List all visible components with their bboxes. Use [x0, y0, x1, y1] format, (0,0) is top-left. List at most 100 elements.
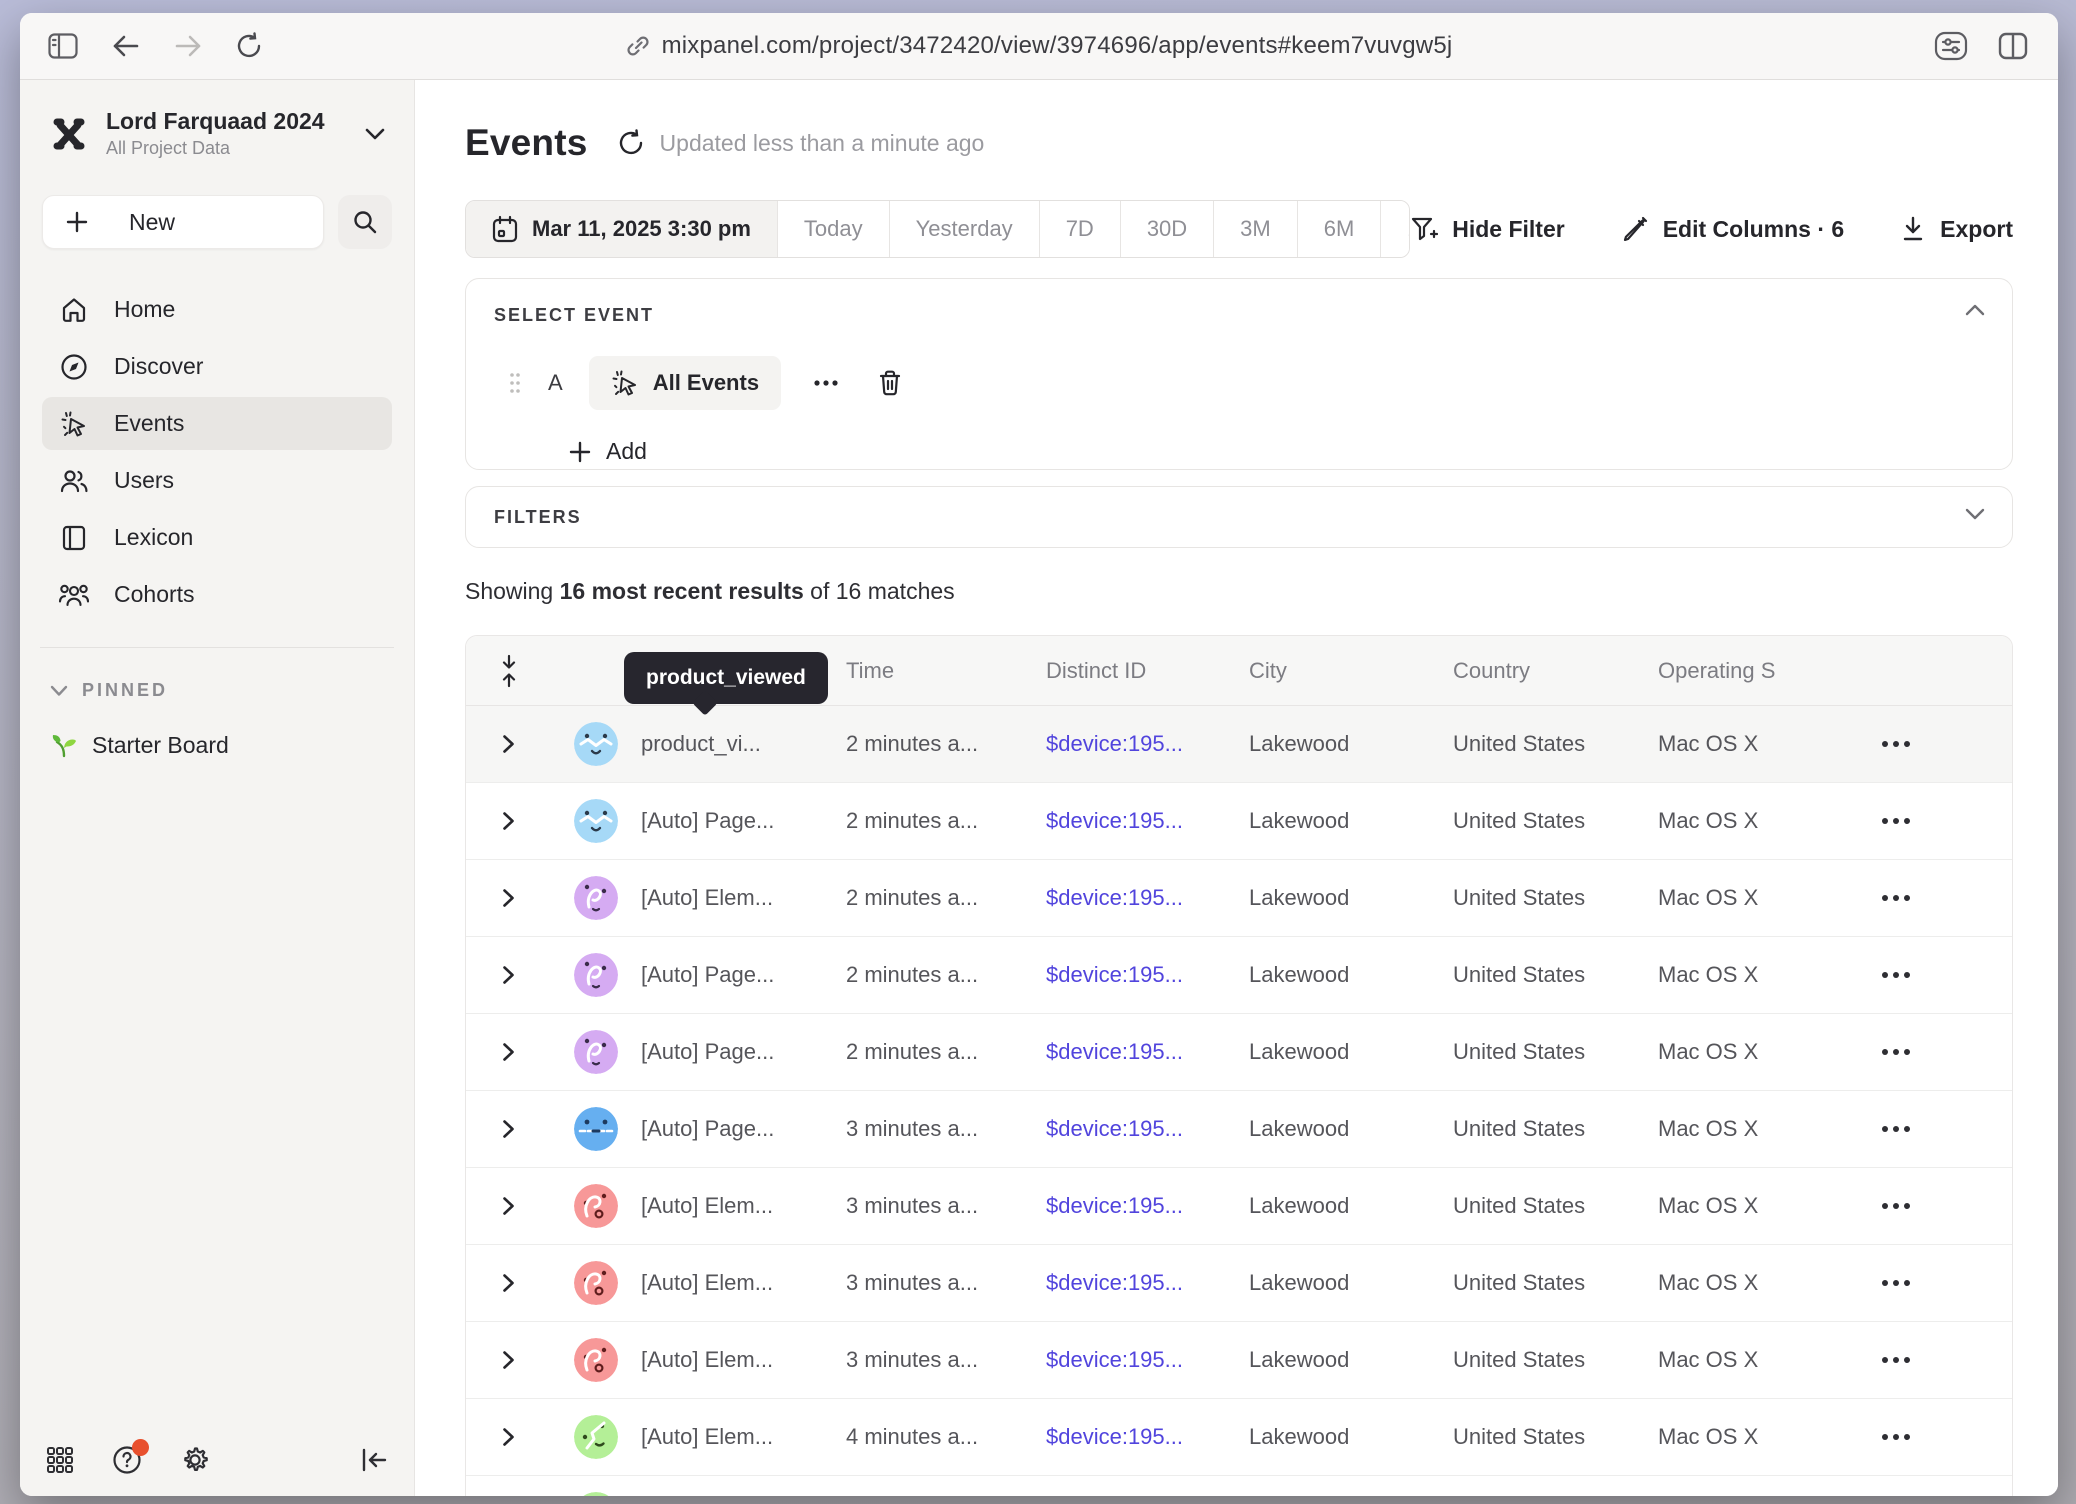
table-row[interactable]: [Auto] Page... 2 minutes a... $device:19…: [466, 783, 2012, 860]
expand-row-icon[interactable]: [502, 888, 515, 908]
expand-row-icon[interactable]: [502, 734, 515, 754]
row-menu-icon[interactable]: [1882, 1049, 1910, 1055]
refresh-icon[interactable]: [618, 129, 644, 157]
row-menu-icon[interactable]: [1882, 972, 1910, 978]
table-row[interactable]: [Auto] Elem... 3 minutes a... $device:19…: [466, 1322, 2012, 1399]
distinct-id-link[interactable]: $device:195...: [1046, 1193, 1249, 1219]
search-button[interactable]: [338, 195, 392, 249]
event-name-cell[interactable]: [Auto] Page...: [641, 808, 846, 834]
sidebar-item-discover[interactable]: Discover: [42, 340, 392, 393]
time-cell: 2 minutes a...: [846, 1039, 1046, 1065]
address-bar[interactable]: mixpanel.com/project/3472420/view/397469…: [340, 32, 1738, 60]
edit-columns-button[interactable]: Edit Columns · 6: [1621, 215, 1844, 243]
collapse-all-rows-icon[interactable]: [500, 654, 518, 688]
event-name-cell[interactable]: [Auto] Page...: [641, 962, 846, 988]
expand-row-icon[interactable]: [502, 1427, 515, 1447]
expand-row-icon[interactable]: [502, 965, 515, 985]
distinct-id-link[interactable]: $device:195...: [1046, 1116, 1249, 1142]
table-row[interactable]: [Auto] Elem... 3 minutes a... $device:19…: [466, 1168, 2012, 1245]
hide-filter-button[interactable]: Hide Filter: [1410, 215, 1564, 243]
row-menu-icon[interactable]: [1882, 1203, 1910, 1209]
table-row[interactable]: [Auto] Elem... 3 minutes a... $device:19…: [466, 1245, 2012, 1322]
row-menu-icon[interactable]: [1882, 1126, 1910, 1132]
pinned-item-starter-board[interactable]: Starter Board: [42, 731, 392, 759]
distinct-id-link[interactable]: $device:195...: [1046, 1270, 1249, 1296]
sidebar-toggle-icon[interactable]: [48, 33, 78, 59]
range-3m-button[interactable]: 3M: [1214, 201, 1298, 257]
sidebar-item-home[interactable]: Home: [42, 283, 392, 336]
event-name-cell[interactable]: [Auto] Elem...: [641, 1270, 846, 1296]
expand-row-icon[interactable]: [502, 1042, 515, 1062]
row-menu-icon[interactable]: [1882, 818, 1910, 824]
sidebar-item-lexicon[interactable]: Lexicon: [42, 511, 392, 564]
back-icon[interactable]: [112, 34, 140, 58]
date-picker-button[interactable]: Mar 11, 2025 3:30 pm: [466, 201, 778, 257]
expand-row-icon[interactable]: [502, 1119, 515, 1139]
column-header-city[interactable]: City: [1249, 658, 1453, 684]
reload-icon[interactable]: [236, 32, 262, 60]
pinned-section-toggle[interactable]: PINNED: [50, 680, 392, 701]
expand-panel-icon[interactable]: [1964, 507, 1986, 521]
table-row[interactable]: [Auto] Elem... 4 minutes a... $device:19…: [466, 1399, 2012, 1476]
distinct-id-link[interactable]: $device:195...: [1046, 808, 1249, 834]
settings-gear-icon[interactable]: [180, 1445, 210, 1475]
collapse-panel-icon[interactable]: [1964, 303, 1986, 317]
table-row[interactable]: [466, 1476, 2012, 1496]
event-more-icon[interactable]: [807, 379, 845, 387]
event-name-cell[interactable]: [Auto] Page...: [641, 1039, 846, 1065]
delete-event-icon[interactable]: [877, 369, 903, 397]
column-header-time[interactable]: Time: [846, 658, 1046, 684]
distinct-id-link[interactable]: $device:195...: [1046, 962, 1249, 988]
distinct-id-link[interactable]: $device:195...: [1046, 1347, 1249, 1373]
table-row[interactable]: [Auto] Page... 3 minutes a... $device:19…: [466, 1091, 2012, 1168]
sidebar-item-users[interactable]: Users: [42, 454, 392, 507]
time-cell: 2 minutes a...: [846, 731, 1046, 757]
range-30d-button[interactable]: 30D: [1121, 201, 1214, 257]
range-yesterday-button[interactable]: Yesterday: [890, 201, 1040, 257]
event-name-cell[interactable]: [Auto] Page...: [641, 1116, 846, 1142]
event-selector-button[interactable]: All Events: [589, 356, 781, 410]
range-6m-button[interactable]: 6M: [1298, 201, 1382, 257]
row-menu-icon[interactable]: [1882, 895, 1910, 901]
range-12m-button[interactable]: 12M: [1381, 201, 1410, 257]
event-name-cell[interactable]: [Auto] Elem...: [641, 1424, 846, 1450]
expand-row-icon[interactable]: [502, 811, 515, 831]
reader-settings-icon[interactable]: [1934, 31, 1968, 61]
event-name-cell[interactable]: [Auto] Elem...: [641, 1193, 846, 1219]
expand-row-icon[interactable]: [502, 1350, 515, 1370]
sidebar-item-cohorts[interactable]: Cohorts: [42, 568, 392, 621]
expand-row-icon[interactable]: [502, 1196, 515, 1216]
plus-icon: [65, 210, 89, 234]
row-menu-icon[interactable]: [1882, 1434, 1910, 1440]
distinct-id-link[interactable]: $device:195...: [1046, 885, 1249, 911]
event-name-cell[interactable]: [Auto] Elem...: [641, 885, 846, 911]
table-row[interactable]: product_vi... 2 minutes a... $device:195…: [466, 706, 2012, 783]
table-row[interactable]: [Auto] Page... 2 minutes a... $device:19…: [466, 1014, 2012, 1091]
event-name-cell[interactable]: product_vi...: [641, 731, 846, 757]
range-7d-button[interactable]: 7D: [1040, 201, 1121, 257]
distinct-id-link[interactable]: $device:195...: [1046, 1424, 1249, 1450]
expand-row-icon[interactable]: [502, 1273, 515, 1293]
apps-grid-icon[interactable]: [46, 1446, 74, 1474]
row-menu-icon[interactable]: [1882, 1357, 1910, 1363]
add-event-button[interactable]: Add: [568, 438, 647, 465]
project-switcher[interactable]: Lord Farquaad 2024 All Project Data: [42, 104, 392, 163]
row-menu-icon[interactable]: [1882, 741, 1910, 747]
row-menu-icon[interactable]: [1882, 1280, 1910, 1286]
table-row[interactable]: [Auto] Elem... 2 minutes a... $device:19…: [466, 860, 2012, 937]
column-header-distinct-id[interactable]: Distinct ID: [1046, 658, 1249, 684]
new-button[interactable]: New: [42, 195, 324, 249]
sidebar-item-events[interactable]: Events: [42, 397, 392, 450]
distinct-id-link[interactable]: $device:195...: [1046, 1039, 1249, 1065]
table-row[interactable]: [Auto] Page... 2 minutes a... $device:19…: [466, 937, 2012, 1014]
event-name-cell[interactable]: [Auto] Elem...: [641, 1347, 846, 1373]
split-view-icon[interactable]: [1998, 32, 2028, 60]
collapse-sidebar-icon[interactable]: [360, 1447, 388, 1473]
distinct-id-link[interactable]: $device:195...: [1046, 731, 1249, 757]
range-today-button[interactable]: Today: [778, 201, 890, 257]
export-button[interactable]: Export: [1900, 215, 2013, 243]
column-header-os[interactable]: Operating S: [1658, 658, 1846, 684]
forward-icon[interactable]: [174, 34, 202, 58]
column-header-country[interactable]: Country: [1453, 658, 1658, 684]
drag-handle-icon[interactable]: [508, 371, 522, 395]
